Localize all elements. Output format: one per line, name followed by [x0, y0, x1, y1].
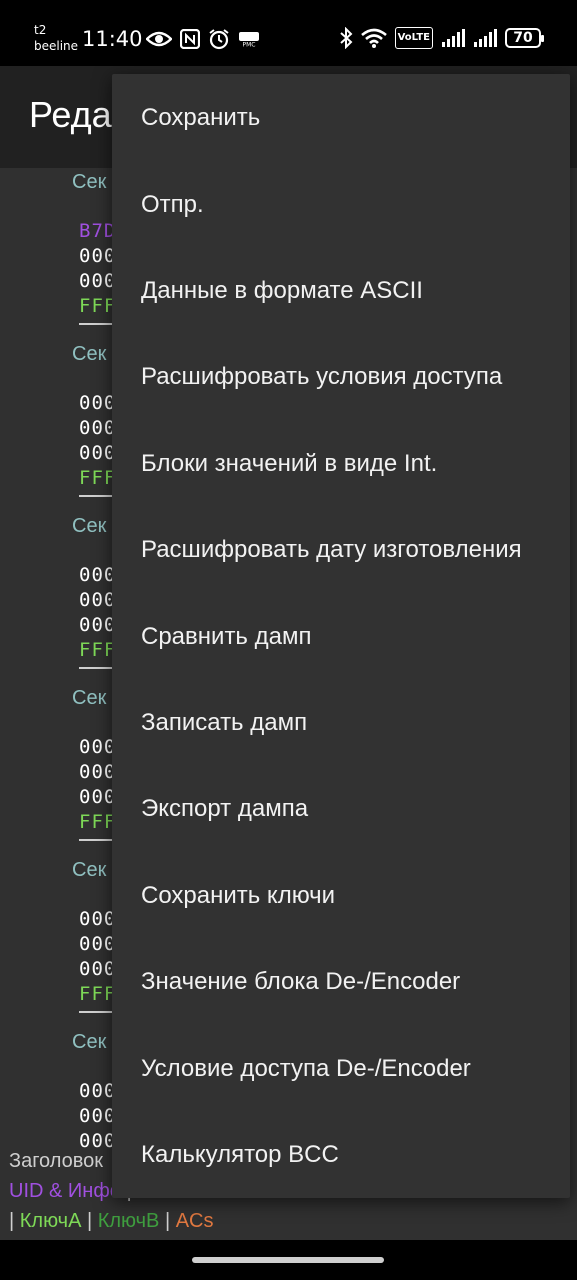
sector-title: Сек: [72, 343, 107, 365]
hex-line[interactable]: 000: [79, 417, 116, 439]
sector-title: Сек: [72, 515, 107, 537]
hex-line[interactable]: 000: [79, 270, 116, 292]
legend-key-a: КлючА: [19, 1210, 82, 1232]
eye-icon: [146, 28, 172, 50]
hex-line[interactable]: 000: [79, 908, 116, 930]
hex-line[interactable]: 000: [79, 245, 116, 267]
legend-separator: |: [164, 1210, 171, 1232]
wifi-icon: [360, 27, 387, 49]
menu-item-access-encoder[interactable]: Условие доступа De-/Encoder: [112, 1026, 570, 1112]
menu-item-write-dump[interactable]: Записать дамп: [112, 680, 570, 766]
legend-line-3: | КлючА | КлючВ | ACs: [9, 1206, 569, 1236]
nfc-icon: [180, 28, 200, 50]
volte-badge: VoLTE: [394, 27, 433, 49]
hex-line[interactable]: 000: [79, 589, 116, 611]
menu-item-compare-dump[interactable]: Сравнить дамп: [112, 594, 570, 680]
pmc-icon: PMC: [238, 28, 260, 50]
legend-key-b: КлючВ: [97, 1210, 160, 1232]
hex-line[interactable]: 000: [79, 786, 116, 808]
hex-line-trailer[interactable]: FFF: [79, 983, 116, 1005]
legend-separator: |: [9, 1210, 15, 1232]
carrier-line-2: beeline: [34, 39, 79, 53]
sector-title: Сек: [72, 1031, 107, 1053]
menu-item-bcc-calculator[interactable]: Калькулятор BCC: [112, 1112, 570, 1198]
menu-item-export-dump[interactable]: Экспорт дампа: [112, 766, 570, 852]
menu-item-value-block-encoder[interactable]: Значение блока De-/Encoder: [112, 939, 570, 1025]
battery-icon: 70: [505, 28, 544, 48]
bluetooth-icon: [339, 27, 353, 49]
hex-line[interactable]: 000: [79, 761, 116, 783]
menu-item-decode-access[interactable]: Расшифровать условия доступа: [112, 334, 570, 420]
hex-line[interactable]: 000: [79, 1080, 116, 1102]
svg-text:PMC: PMC: [243, 42, 256, 49]
hex-line[interactable]: 000: [79, 564, 116, 586]
hex-line[interactable]: 000: [79, 958, 116, 980]
sector-title: Сек: [72, 859, 107, 881]
navigation-bar: [0, 1240, 577, 1280]
menu-item-save[interactable]: Сохранить: [112, 75, 570, 161]
status-bar: t2 beeline 11:40 PMC VoLTE 70: [0, 0, 577, 66]
hex-line[interactable]: 000: [79, 1105, 116, 1127]
menu-item-save-keys[interactable]: Сохранить ключи: [112, 853, 570, 939]
carrier-line-1: t2: [34, 23, 47, 37]
menu-item-ascii[interactable]: Данные в формате ASCII: [112, 248, 570, 334]
status-time: 11:40: [82, 27, 143, 51]
legend-acs: ACs: [175, 1210, 214, 1232]
legend-header: Заголовок: [9, 1150, 104, 1172]
hex-line[interactable]: 000: [79, 442, 116, 464]
hex-line-uid[interactable]: B7D: [79, 220, 116, 242]
carrier-label: t2 beeline: [34, 22, 78, 54]
alarm-icon: [208, 28, 230, 50]
hex-line-trailer[interactable]: FFF: [79, 295, 116, 317]
legend-separator: |: [86, 1210, 93, 1232]
hex-line[interactable]: 000: [79, 614, 116, 636]
menu-item-decode-date[interactable]: Расшифровать дату изготовления: [112, 507, 570, 593]
signal-sim1-icon: [441, 27, 465, 49]
sector-title: Сек: [72, 687, 107, 709]
hex-line[interactable]: 000: [79, 736, 116, 758]
menu-item-send[interactable]: Отпр.: [112, 162, 570, 248]
hex-line-trailer[interactable]: FFF: [79, 639, 116, 661]
menu-item-value-blocks-int[interactable]: Блоки значений в виде Int.: [112, 421, 570, 507]
hex-line[interactable]: 000: [79, 933, 116, 955]
signal-sim2-icon: [473, 27, 497, 49]
legend-uid: UID & Инфо: [9, 1180, 121, 1202]
hex-line[interactable]: 000: [79, 392, 116, 414]
hex-line-trailer[interactable]: FFF: [79, 811, 116, 833]
sector-title: Сек: [72, 171, 107, 193]
toolbar-title: Реда: [29, 94, 112, 135]
overflow-menu: Сохранить Отпр. Данные в формате ASCII Р…: [112, 74, 570, 1198]
home-gesture-handle[interactable]: [192, 1257, 384, 1263]
hex-line-trailer[interactable]: FFF: [79, 467, 116, 489]
